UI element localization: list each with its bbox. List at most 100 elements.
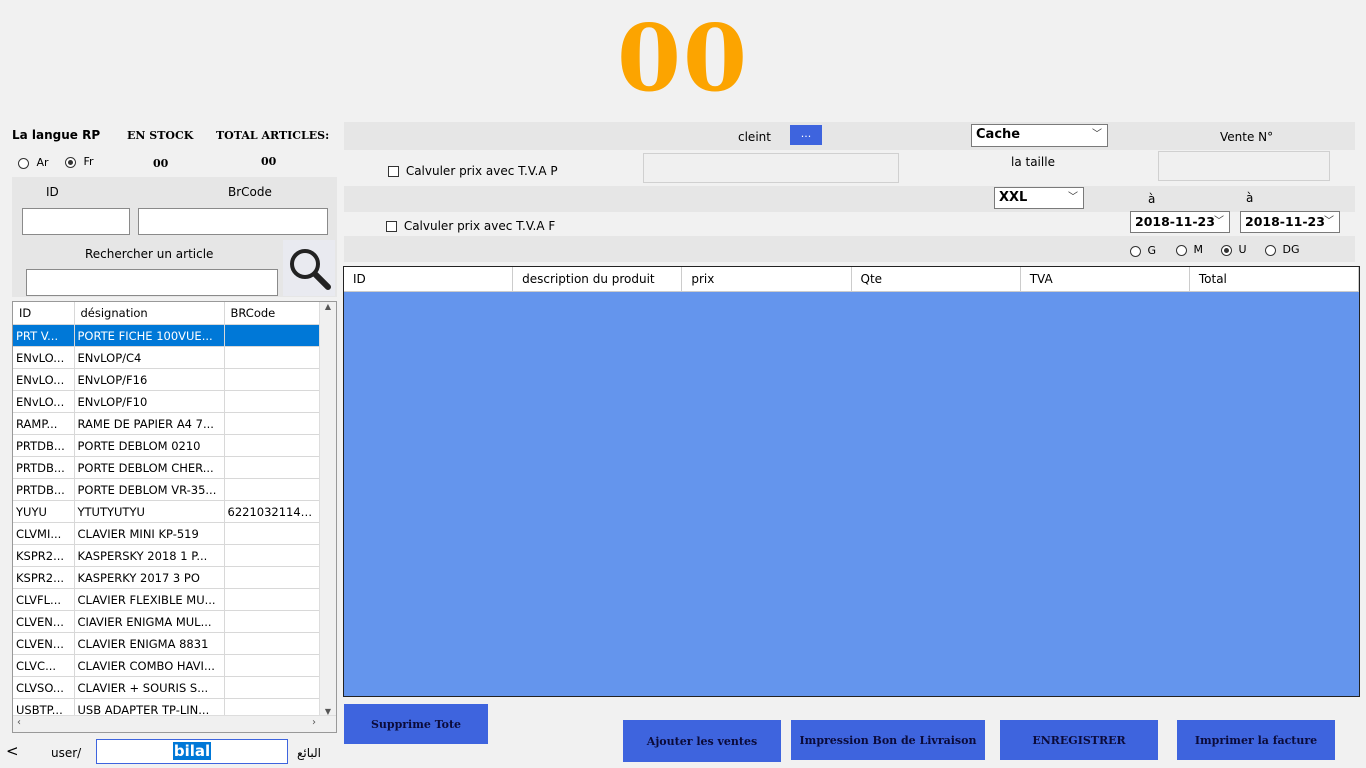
size-radio-row [344,236,1355,262]
size-select[interactable]: XXL ﹀ [994,187,1084,209]
chevron-down-icon: ﹀ [1092,129,1102,140]
radio-icon [1130,245,1141,257]
table-cell: CLVC... [13,654,75,677]
grid-column-header[interactable]: désignation [74,302,225,325]
tva-f-checkbox[interactable]: Calvuler prix avec T.V.A F [386,219,555,233]
vertical-scrollbar[interactable]: ▲ ▼ [319,302,336,716]
sales-grid[interactable]: ID description du produit prix Qte TVA Total [343,266,1360,697]
table-cell [224,566,322,589]
scroll-right-icon[interactable]: › [312,717,316,728]
table-row[interactable]: CLVEN... CLAVIER ENIGMA 8831 [13,632,322,655]
table-row[interactable]: RAMP... RAME DE PAPIER A4 7... [13,412,322,435]
table-row[interactable]: PRTDB... PORTE DEBLOM VR-35... [13,478,322,501]
vente-number-field[interactable] [1158,151,1330,181]
payment-type-select[interactable]: Cache ﹀ [971,124,1108,147]
table-cell: ENvLOP/F10 [74,390,225,413]
table-cell: KSPR2... [13,544,75,567]
date-to-label: à [1246,191,1254,205]
back-button[interactable]: < [6,742,19,760]
horizontal-scrollbar[interactable]: ‹ › [13,715,336,732]
table-row[interactable]: ENvLO... ENvLOP/C4 [13,346,322,369]
brcode-search-input[interactable] [138,208,328,235]
user-field[interactable]: bilal [96,739,288,764]
sales-column-header[interactable]: Total [1190,267,1360,291]
table-cell [224,434,322,457]
date-to-picker[interactable]: 2018-11-23 ﹀ [1240,211,1340,233]
table-row[interactable]: PRTDB... PORTE DEBLOM CHER... [13,456,322,479]
table-cell: KASPERSKY 2018 1 P... [74,544,225,567]
chevron-down-icon: ﹀ [1324,216,1334,227]
checkbox-icon [386,221,397,232]
table-cell: PORTE DEBLOM CHER... [74,456,225,479]
language-label: La langue RP [12,128,101,142]
checkbox-icon [388,166,399,177]
tva-p-checkbox[interactable]: Calvuler prix avec T.V.A P [388,164,558,178]
table-cell: CLAVIER COMBO HAVI... [74,654,225,677]
print-delivery-button[interactable]: Impression Bon de Livraison [791,720,985,760]
id-label: ID [46,185,59,199]
table-cell: 6221032114921 [224,500,322,523]
scroll-left-icon[interactable]: ‹ [17,717,21,728]
table-cell [224,346,322,369]
save-button[interactable]: ENREGISTRER [1000,720,1158,760]
table-cell: CLVFL... [13,588,75,611]
size-radio-m[interactable]: M [1176,243,1203,256]
table-cell [224,522,322,545]
table-cell: CLVEN... [13,610,75,633]
brcode-label: BrCode [228,185,272,199]
table-row[interactable]: CLVMI... CLAVIER MINI KP-519 [13,522,322,545]
delete-all-button[interactable]: Supprime Tote [344,704,488,744]
table-row[interactable]: PRT V... PORTE FICHE 100VUE... [13,324,322,347]
search-icon [290,249,331,290]
table-row[interactable]: CLVFL... CLAVIER FLEXIBLE MU... [13,588,322,611]
table-cell [224,544,322,567]
size-u-label: U [1238,243,1247,256]
table-cell [224,654,322,677]
table-row[interactable]: ENvLO... ENvLOP/F16 [13,368,322,391]
user-label: user/ [51,746,82,760]
table-row[interactable]: PRTDB... PORTE DEBLOM 0210 [13,434,322,457]
table-row[interactable]: ENvLO... ENvLOP/F10 [13,390,322,413]
table-row[interactable]: KSPR2... KASPERKY 2017 3 PO [13,566,322,589]
sales-column-header[interactable]: TVA [1021,267,1190,291]
radio-icon [1176,244,1187,256]
scroll-up-icon[interactable]: ▲ [320,302,336,311]
search-button[interactable] [283,240,335,296]
size-radio-u[interactable]: U [1221,243,1247,256]
add-sales-button[interactable]: Ajouter les ventes [623,720,781,762]
size-dg-label: DG [1282,243,1300,256]
size-radio-dg[interactable]: DG [1265,243,1300,256]
table-row[interactable]: KSPR2... KASPERSKY 2018 1 P... [13,544,322,567]
grid-column-header[interactable]: BRCode [224,302,322,325]
table-cell [224,676,322,699]
sales-column-header[interactable]: Qte [852,267,1021,291]
language-radio-ar[interactable]: Ar [18,156,49,169]
radio-fr-label: Fr [83,155,94,168]
table-row[interactable]: CLVSO... CLAVIER + SOURIS S... [13,676,322,699]
client-picker-button[interactable]: ... [790,125,822,145]
sales-column-header[interactable]: description du produit [513,267,683,291]
sales-column-header[interactable]: prix [682,267,852,291]
language-radio-fr[interactable]: Fr [65,155,94,168]
article-search-input[interactable] [26,269,278,296]
table-row[interactable]: CLVEN... CIAVIER ENIGMA MUL... [13,610,322,633]
table-cell [224,412,322,435]
table-cell: PRT V... [13,324,75,347]
articles-grid[interactable]: ID désignation BRCode PRT V... PORTE FICHE … [12,301,337,733]
size-radio-g[interactable]: G [1130,244,1156,257]
table-cell [224,588,322,611]
grid-column-header[interactable]: ID [13,302,75,325]
table-cell: PORTE FICHE 100VUE... [74,324,225,347]
date-from-picker[interactable]: 2018-11-23 ﹀ [1130,211,1230,233]
client-name-field[interactable] [643,153,899,183]
search-article-label: Rechercher un article [85,247,214,261]
date-from-label: à [1148,192,1156,206]
id-search-input[interactable] [22,208,130,235]
chevron-down-icon: ﹀ [1068,192,1078,203]
table-row[interactable]: YUYU YTUTYUTYU 6221032114921 [13,500,322,523]
table-cell: YUYU [13,500,75,523]
total-articles-label: TOTAL ARTICLES: [216,129,330,142]
table-row[interactable]: CLVC... CLAVIER COMBO HAVI... [13,654,322,677]
print-invoice-button[interactable]: Imprimer la facture [1177,720,1335,760]
sales-column-header[interactable]: ID [344,267,514,291]
